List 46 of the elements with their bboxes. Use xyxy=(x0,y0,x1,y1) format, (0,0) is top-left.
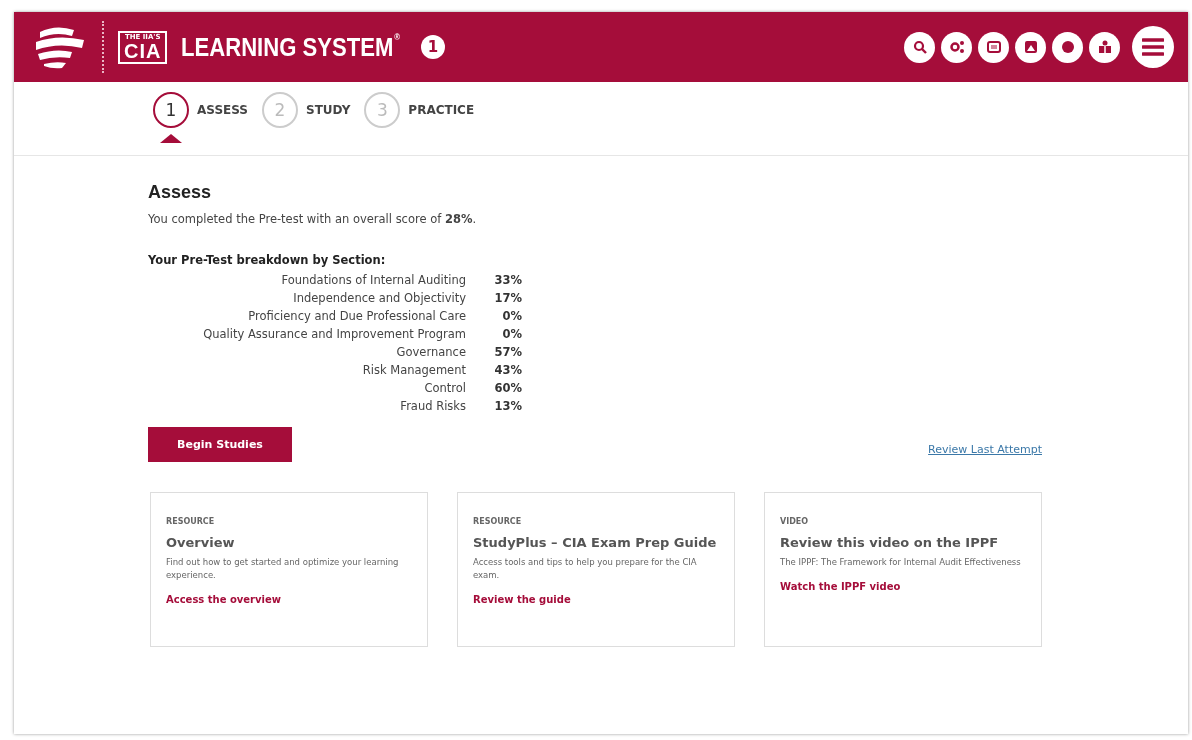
screen-icon[interactable] xyxy=(978,31,1009,63)
card-category: RESOURCE xyxy=(166,517,216,526)
card-link[interactable]: Access the overview xyxy=(166,593,281,605)
score-summary: You completed the Pre-test with an overall score of 28%. xyxy=(148,212,478,226)
section-score: 33% xyxy=(493,273,523,287)
section-score: 60% xyxy=(493,381,523,395)
section-name: Independence and Objectivity xyxy=(292,291,466,305)
card-description: Find out how to get started and optimize your learning experience. xyxy=(166,556,400,582)
menu-icon[interactable] xyxy=(1132,26,1174,68)
search-icon[interactable] xyxy=(904,31,935,63)
section-score: 0% xyxy=(501,327,523,341)
active-step-pointer-icon xyxy=(160,134,182,143)
begin-studies-button[interactable]: Begin Studies xyxy=(148,427,292,462)
section-name: Governance xyxy=(395,345,466,359)
card-title: StudyPlus – CIA Exam Prep Guide xyxy=(473,535,718,550)
section-score: 13% xyxy=(493,399,523,413)
image-icon[interactable] xyxy=(1015,31,1046,63)
card-category: RESOURCE xyxy=(473,517,523,526)
card-category: VIDEO xyxy=(780,517,810,526)
card-title: Overview xyxy=(166,535,236,550)
section-score: 17% xyxy=(493,291,523,305)
section-name: Proficiency and Due Professional Care xyxy=(247,309,466,323)
breakdown-heading: Your Pre-Test breakdown by Section: xyxy=(148,253,387,267)
app-title: LEARNING SYSTEM® xyxy=(181,31,401,63)
card-title: Review this video on the IPPF xyxy=(780,535,1000,550)
section-name: Fraud Risks xyxy=(399,399,466,413)
section-name: Risk Management xyxy=(361,363,466,377)
step-tab[interactable]: 2 STUDY xyxy=(262,92,351,128)
section-score: 0% xyxy=(501,309,523,323)
section-name: Control xyxy=(423,381,466,395)
review-attempt-link[interactable]: Review Last Attempt xyxy=(928,443,1042,456)
step-tab[interactable]: 1 ASSESS xyxy=(153,92,248,128)
card-description: Access tools and tips to help you prepare for the CIA exam. xyxy=(473,556,698,582)
settings-icon[interactable] xyxy=(941,31,972,63)
circle-icon[interactable] xyxy=(1052,31,1083,63)
step-tab[interactable]: 3 PRACTICE xyxy=(364,92,475,128)
card-link[interactable]: Review the guide xyxy=(473,593,571,605)
section-name: Quality Assurance and Improvement Program xyxy=(202,327,466,341)
section-heading: Assess xyxy=(148,182,213,203)
section-name: Foundations of Internal Auditing xyxy=(280,273,466,287)
gift-icon[interactable] xyxy=(1089,31,1120,63)
section-score: 57% xyxy=(493,345,523,359)
card-link[interactable]: Watch the IPPF video xyxy=(780,580,901,592)
section-score: 43% xyxy=(493,363,523,377)
card-description: The IPPF: The Framework for Internal Audit Effectiveness xyxy=(780,556,1022,569)
notification-badge: 1 xyxy=(421,35,445,59)
